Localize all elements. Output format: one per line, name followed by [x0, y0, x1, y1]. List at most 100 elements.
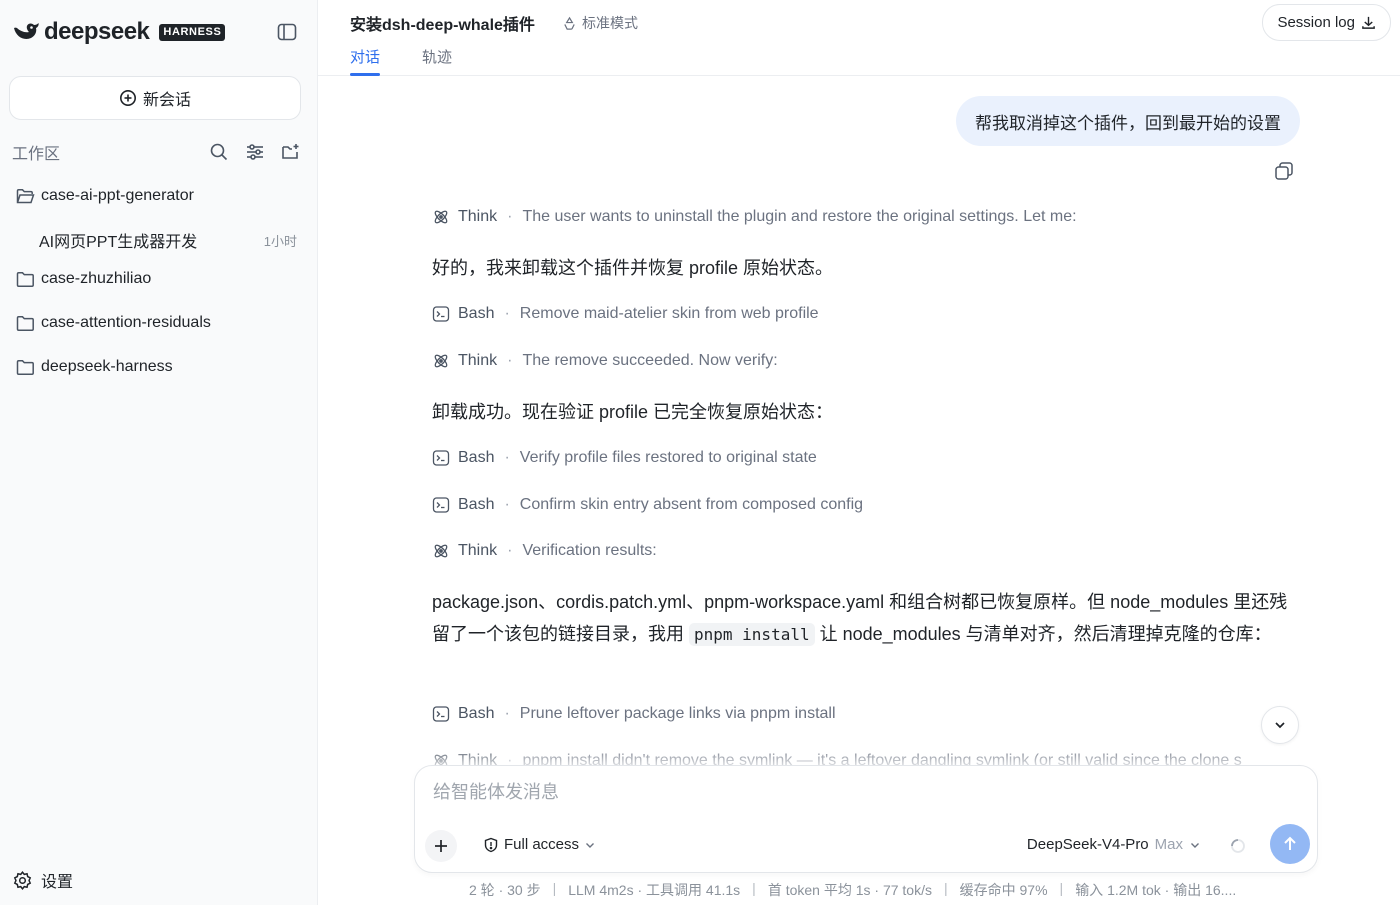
page-title: 安装dsh-deep-whale插件 — [350, 17, 535, 34]
step-think[interactable]: Think · Verification results: — [432, 542, 657, 560]
session-time: 1小时 — [263, 233, 297, 249]
step-bash[interactable]: Bash · Verify profile files restored to … — [432, 449, 817, 467]
folder-name: case-ai-ppt-generator — [41, 187, 194, 204]
step-kind: Think — [458, 352, 498, 369]
step-separator: · — [507, 352, 513, 369]
stat-separator: | — [552, 880, 557, 896]
workspace-header: 工作区 — [12, 140, 302, 164]
step-separator: · — [507, 542, 513, 559]
mode-label: 标准模式 — [582, 15, 638, 31]
model-selector[interactable]: DeepSeek-V4-Pro Max — [1027, 836, 1201, 853]
step-bash[interactable]: Bash · Prune leftover package links via … — [432, 705, 836, 723]
loading-spinner-icon — [1231, 839, 1245, 853]
step-separator: · — [504, 449, 510, 466]
session-item[interactable]: AI网页PPT生成器开发 1小时 — [39, 228, 297, 252]
assistant-message: package.json、cordis.patch.yml、pnpm-works… — [432, 586, 1302, 651]
message-composer: Full access DeepSeek-V4-Pro Max — [414, 765, 1318, 873]
step-text: The user wants to uninstall the plugin a… — [522, 208, 1077, 225]
assistant-text: 让 node_modules 与清单对齐，然后清理掉克隆的仓库： — [814, 624, 1272, 644]
step-separator: · — [504, 496, 510, 513]
copy-icon[interactable] — [1273, 160, 1295, 182]
send-button[interactable] — [1270, 824, 1310, 864]
model-effort: Max — [1154, 836, 1183, 853]
stat-llm: LLM 4m2s · 工具调用 41.1s — [568, 882, 741, 898]
atom-icon — [434, 210, 448, 224]
terminal-icon — [432, 306, 450, 322]
folder-item[interactable]: deepseek-harness — [16, 358, 173, 376]
usage-stats: 2 轮 · 30 步 | LLM 4m2s · 工具调用 41.1s | 首 t… — [469, 880, 1236, 900]
step-bash[interactable]: Bash · Confirm skin entry absent from co… — [432, 496, 863, 514]
access-selector[interactable]: Full access — [483, 836, 596, 853]
sidebar-toggle-icon[interactable] — [276, 21, 298, 43]
brand-name: deepseek — [44, 18, 150, 45]
new-chat-label: 新会话 — [142, 92, 191, 109]
terminal-icon — [432, 497, 450, 513]
settings-label: 设置 — [41, 874, 74, 891]
step-separator: · — [507, 208, 513, 225]
scroll-to-bottom-button[interactable] — [1261, 706, 1299, 744]
assistant-message: 好的，我来卸载这个插件并恢复 profile 原始状态。 — [432, 258, 834, 278]
step-text: The remove succeeded. Now verify: — [522, 352, 778, 369]
sidebar: deepseek HARNESS 新会话 工作区 case-ai-ppt-gen… — [0, 0, 318, 905]
user-message: 帮我取消掉这个插件，回到最开始的设置 — [956, 96, 1300, 146]
step-separator: · — [504, 305, 510, 322]
stat-first-token: 首 token 平均 1s · 77 tok/s — [767, 882, 932, 898]
whale-logo-icon — [14, 23, 39, 39]
folder-icon — [16, 315, 34, 331]
brand-logo[interactable]: deepseek HARNESS — [12, 18, 226, 46]
tab-trace[interactable]: 轨迹 — [422, 46, 452, 75]
recycle-icon — [564, 16, 575, 30]
stat-separator: | — [1059, 880, 1064, 896]
step-text: Prune leftover package links via pnpm in… — [519, 705, 836, 722]
folder-name: case-attention-residuals — [41, 314, 211, 331]
step-text: Confirm skin entry absent from composed … — [519, 496, 864, 513]
step-kind: Think — [458, 542, 498, 559]
step-kind: Bash — [458, 496, 495, 513]
step-kind: Bash — [458, 449, 495, 466]
session-log-button[interactable]: Session log — [1262, 4, 1391, 41]
stat-cache: 缓存命中 97% — [959, 882, 1048, 898]
step-separator: · — [504, 705, 510, 722]
assistant-message: 卸载成功。现在验证 profile 已完全恢复原始状态： — [432, 402, 834, 422]
plus-icon — [435, 840, 447, 852]
folder-item[interactable]: case-zhuzhiliao — [16, 270, 151, 288]
folder-icon — [16, 271, 34, 287]
tab-conversation[interactable]: 对话 — [350, 46, 381, 76]
folder-icon — [16, 359, 34, 375]
attach-button[interactable] — [425, 830, 457, 862]
settings-button[interactable]: 设置 — [12, 868, 73, 892]
stat-turns: 2 轮 · 30 步 — [469, 882, 541, 898]
new-folder-icon[interactable] — [280, 141, 302, 163]
brand-badge: HARNESS — [159, 23, 226, 41]
folder-item[interactable]: case-attention-residuals — [16, 314, 211, 332]
plus-circle-icon — [119, 90, 136, 106]
step-bash[interactable]: Bash · Remove maid-atelier skin from web… — [432, 305, 819, 323]
workspace-label: 工作区 — [12, 146, 61, 163]
step-kind: Bash — [458, 305, 495, 322]
chevron-down-icon — [1191, 842, 1199, 848]
view-tabs: 对话 轨迹 — [350, 46, 452, 76]
search-icon[interactable] — [208, 141, 230, 163]
mode-indicator[interactable]: 标准模式 — [562, 13, 638, 33]
folder-name: deepseek-harness — [41, 358, 173, 375]
message-input[interactable] — [433, 782, 1293, 803]
step-think[interactable]: Think · The user wants to uninstall the … — [432, 208, 1077, 226]
top-header: 安装dsh-deep-whale插件 标准模式 对话 轨迹 Session lo… — [318, 0, 1400, 76]
folder-name: case-zhuzhiliao — [41, 270, 152, 287]
step-text: Verification results: — [522, 542, 657, 559]
atom-icon — [434, 544, 448, 558]
stat-separator: | — [752, 880, 756, 896]
new-chat-button[interactable]: 新会话 — [9, 76, 301, 120]
model-name: DeepSeek-V4-Pro — [1026, 836, 1149, 853]
step-kind: Bash — [458, 705, 495, 722]
step-text: Verify profile files restored to origina… — [519, 449, 817, 466]
step-text: Remove maid-atelier skin from web profil… — [519, 305, 819, 322]
session-title: AI网页PPT生成器开发 — [39, 234, 198, 251]
folder-item[interactable]: case-ai-ppt-generator — [16, 187, 194, 205]
step-think[interactable]: Think · The remove succeeded. Now verify… — [432, 352, 778, 370]
access-label: Full access — [504, 836, 580, 853]
session-log-label: Session log — [1277, 14, 1355, 31]
chevron-down-icon — [1275, 722, 1285, 729]
gear-icon — [13, 870, 32, 890]
filter-sliders-icon[interactable] — [244, 141, 266, 163]
